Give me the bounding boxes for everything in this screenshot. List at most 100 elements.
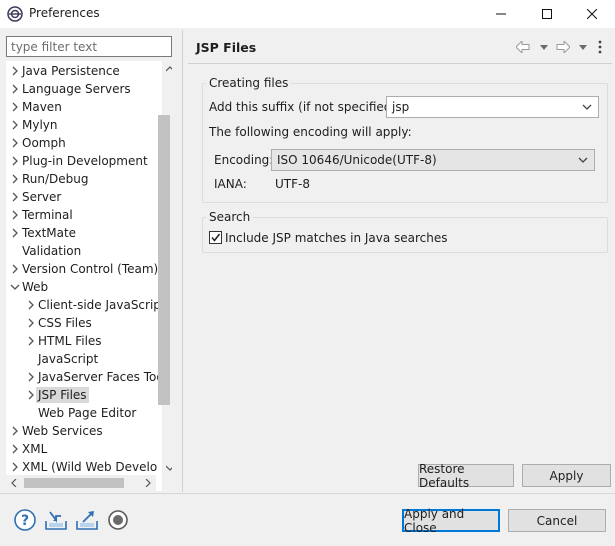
chevron-right-icon[interactable]: [10, 120, 20, 130]
scroll-right-icon[interactable]: [145, 479, 151, 487]
tree-item[interactable]: Run/Debug: [6, 170, 158, 188]
close-button[interactable]: [569, 0, 615, 28]
chevron-right-icon[interactable]: [10, 210, 20, 220]
back-arrow-icon[interactable]: [516, 41, 530, 53]
creating-files-group-label: Creating files: [206, 76, 292, 90]
chevron-right-icon[interactable]: [10, 138, 20, 148]
title-separator: [188, 63, 612, 64]
tree-item-label: Mylyn: [22, 118, 58, 132]
window-title: Preferences: [29, 6, 100, 20]
chevron-right-icon[interactable]: [10, 156, 20, 166]
tree-item[interactable]: Version Control (Team): [6, 260, 158, 278]
tree-item[interactable]: Web: [6, 278, 158, 296]
tree-item[interactable]: JavaScript: [6, 350, 158, 368]
chevron-right-icon[interactable]: [10, 228, 20, 238]
tree-item-label: Web: [22, 280, 49, 294]
tree-item-label: XML: [22, 442, 48, 456]
tree-item[interactable]: Terminal: [6, 206, 158, 224]
cancel-button[interactable]: Cancel: [508, 509, 606, 532]
chevron-right-icon[interactable]: [26, 390, 36, 400]
tree-item-label: XML (Wild Web Developer): [22, 460, 158, 474]
tree-item[interactable]: Validation: [6, 242, 158, 260]
tree-item[interactable]: JavaServer Faces Tools: [6, 368, 158, 386]
chevron-right-icon[interactable]: [26, 372, 36, 382]
chevron-down-icon[interactable]: [10, 282, 20, 292]
tree-item[interactable]: Maven: [6, 98, 158, 116]
tree-item[interactable]: Web Page Editor: [6, 404, 158, 422]
suffix-combo[interactable]: jsp: [386, 96, 599, 118]
iana-label: IANA:: [214, 177, 247, 191]
tree-item[interactable]: Language Servers: [6, 80, 158, 98]
view-menu-icon[interactable]: [598, 40, 602, 54]
tree-item[interactable]: TextMate: [6, 224, 158, 242]
encoding-combo[interactable]: ISO 10646/Unicode(UTF-8): [271, 149, 595, 171]
tree-item[interactable]: JSP Files: [6, 386, 158, 404]
encoding-label: Encoding:: [214, 153, 274, 167]
chevron-right-icon[interactable]: [10, 84, 20, 94]
chevron-down-icon: [582, 104, 592, 110]
tree-item-label: Terminal: [22, 208, 73, 222]
tree-item-label: JSP Files: [36, 387, 89, 403]
tree-vertical-scroll-thumb[interactable]: [158, 115, 170, 405]
chevron-right-icon[interactable]: [10, 426, 20, 436]
include-jsp-label[interactable]: Include JSP matches in Java searches: [225, 231, 448, 245]
tree-item[interactable]: XML: [6, 440, 158, 458]
tree-horizontal-scroll-thumb[interactable]: [24, 478, 124, 488]
tree-item-label: Validation: [22, 244, 82, 258]
tree-item[interactable]: Client-side JavaScript: [6, 296, 158, 314]
chevron-right-icon[interactable]: [10, 264, 20, 274]
chevron-right-icon[interactable]: [10, 192, 20, 202]
chevron-right-icon[interactable]: [10, 462, 20, 472]
pane-divider[interactable]: [182, 30, 183, 492]
tree-item[interactable]: Mylyn: [6, 116, 158, 134]
chevron-right-icon[interactable]: [26, 336, 36, 346]
tree-item[interactable]: Plug-in Development: [6, 152, 158, 170]
export-icon[interactable]: [75, 508, 99, 532]
tree-item[interactable]: Java Persistence: [6, 62, 158, 80]
tree-item[interactable]: CSS Files: [6, 314, 158, 332]
encoding-note: The following encoding will apply:: [209, 125, 412, 139]
tree-item[interactable]: Oomph: [6, 134, 158, 152]
chevron-right-icon[interactable]: [10, 102, 20, 112]
tree-item[interactable]: XML (Wild Web Developer): [6, 458, 158, 476]
scroll-up-icon[interactable]: [166, 66, 172, 72]
chevron-right-icon[interactable]: [26, 318, 36, 328]
suffix-label: Add this suffix (if not specified):: [209, 100, 401, 114]
minimize-button[interactable]: [478, 0, 524, 28]
forward-menu-chevron-icon[interactable]: [579, 45, 587, 50]
restore-defaults-button[interactable]: Restore Defaults: [418, 462, 514, 490]
forward-arrow-icon[interactable]: [556, 41, 570, 53]
preference-tree[interactable]: Java Persistence Language Servers Maven Myl…: [6, 61, 172, 491]
tree-item-label: Web Page Editor: [38, 406, 137, 420]
tree-item[interactable]: Web Services: [6, 422, 158, 440]
back-menu-chevron-icon[interactable]: [540, 45, 548, 50]
encoding-combo-value: ISO 10646/Unicode(UTF-8): [277, 153, 437, 167]
scroll-left-icon[interactable]: [11, 479, 17, 487]
tree-item-label: Version Control (Team): [22, 262, 158, 276]
eclipse-app-icon: [7, 6, 23, 22]
page-navigation: [516, 38, 608, 56]
maximize-icon: [542, 9, 552, 19]
chevron-right-icon[interactable]: [10, 444, 20, 454]
search-group-label: Search: [206, 210, 254, 224]
tree-item-label: HTML Files: [38, 334, 102, 348]
tree-item-label: Run/Debug: [22, 172, 89, 186]
svg-text:?: ?: [21, 513, 29, 529]
chevron-right-icon[interactable]: [10, 66, 20, 76]
chevron-right-icon[interactable]: [26, 300, 36, 310]
tree-item-label: Client-side JavaScript: [38, 298, 158, 312]
maximize-button[interactable]: [524, 0, 570, 28]
scroll-down-icon[interactable]: [166, 465, 172, 471]
apply-button[interactable]: Apply: [522, 464, 611, 487]
help-icon[interactable]: ?: [13, 508, 37, 532]
include-jsp-checkbox[interactable]: [209, 231, 222, 244]
import-icon[interactable]: [44, 508, 68, 532]
record-icon[interactable]: [106, 508, 130, 532]
tree-item[interactable]: Server: [6, 188, 158, 206]
apply-and-close-button[interactable]: Apply and Close: [402, 507, 500, 535]
chevron-right-icon[interactable]: [10, 174, 20, 184]
filter-input[interactable]: [6, 36, 172, 57]
page-title: JSP Files: [196, 40, 257, 55]
tree-item[interactable]: HTML Files: [6, 332, 158, 350]
tree-item-label: JavaServer Faces Tools: [38, 370, 158, 384]
